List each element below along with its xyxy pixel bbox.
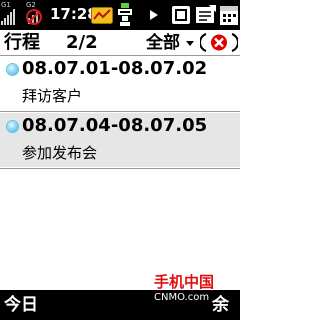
watermark: 手机中国 CNMO.com: [144, 274, 214, 308]
appointment-subject: 拜访客户: [22, 87, 83, 105]
calendar-icon: [220, 6, 238, 25]
missed-call-icon: [91, 7, 113, 24]
list-item-selected[interactable]: 08.07.04-08.07.05 参加发布会: [0, 113, 240, 167]
list-item[interactable]: 08.07.01-08.07.02 拜访客户: [0, 56, 240, 110]
appointment-date-range: 08.07.04-08.07.05: [22, 115, 208, 136]
close-icon[interactable]: [200, 33, 238, 52]
play-icon: [150, 10, 158, 20]
watermark-brand: 手机中国: [154, 273, 215, 291]
appointment-subject: 参加发布会: [22, 144, 98, 162]
battery-icon: [172, 6, 190, 24]
filter-dropdown[interactable]: 全部: [146, 32, 180, 54]
network-data-icon: [118, 3, 132, 26]
appointment-bullet-icon: [7, 121, 18, 132]
chevron-down-icon[interactable]: [186, 41, 194, 46]
calendar-screen: G1 G2 17:28 行程 2/2 全部 08.07.01-08.07.02 …: [0, 0, 240, 320]
status-bar: G1 G2 17:28: [0, 0, 240, 30]
list-divider: [0, 168, 240, 169]
appointment-date-range: 08.07.01-08.07.02: [22, 58, 208, 79]
page-title: 行程: [4, 32, 40, 53]
list-divider: [0, 111, 240, 112]
message-icon: [196, 5, 216, 23]
sim-1-label: G1: [1, 1, 11, 9]
today-softkey[interactable]: 今日: [4, 294, 38, 316]
no-signal-icon: [26, 9, 42, 25]
watermark-site: CNMO.com: [154, 292, 210, 303]
appointment-bullet-icon: [7, 64, 18, 75]
page-indicator: 2/2: [66, 32, 98, 53]
list-header: 行程 2/2 全部: [0, 30, 240, 56]
signal-strength-icon: [1, 9, 15, 25]
right-softkey[interactable]: 余: [212, 294, 229, 316]
